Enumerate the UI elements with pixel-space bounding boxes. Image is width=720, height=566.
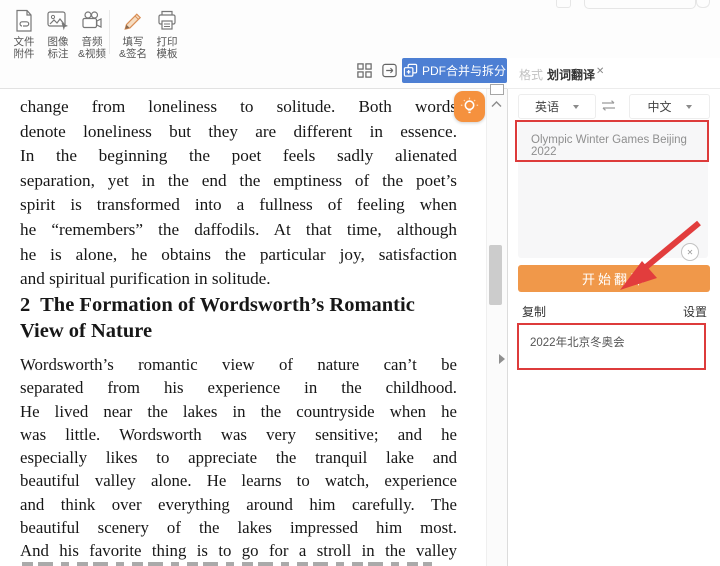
source-text-value: Olympic Winter Games Beijing 2022 [531, 134, 701, 158]
page-swap-icon [381, 62, 398, 84]
target-language-value: 中文 [647, 98, 671, 115]
toolbar-label: &视频 [72, 48, 112, 60]
heading-text-line: View of Nature [20, 318, 457, 344]
document-text-line: Wordsworth’s romantic view of nature can… [20, 353, 457, 376]
document-text-line: beautiful valley alone. He learns to wat… [20, 469, 457, 492]
scroll-up-arrow[interactable] [490, 95, 503, 113]
grid-icon [356, 62, 373, 84]
toolbar-audio-video-button[interactable]: 音频&视频 [72, 8, 112, 60]
target-language-select[interactable]: 中文 [629, 94, 710, 119]
scrollbar-page-indicator [490, 84, 504, 95]
document-paragraph: change from loneliness to solitude. Both… [20, 95, 457, 292]
toolbar-print-template-button[interactable]: 打印模板 [147, 8, 187, 60]
tips-lightbulb-button[interactable] [454, 91, 485, 122]
document-text-line: denote loneliness but they are different… [20, 120, 457, 145]
settings-button[interactable]: 设置 [683, 303, 707, 320]
copy-button[interactable]: 复制 [522, 303, 546, 320]
document-text-line: separation, yet in the end the emptiness… [20, 169, 457, 194]
annotation-arrow [596, 216, 711, 301]
chevron-down-icon [686, 105, 692, 109]
heading-text-line: 2 The Formation of Wordsworth’s Romantic [20, 292, 457, 318]
page-swap-button[interactable] [379, 63, 399, 83]
document-section-heading: 2 The Formation of Wordsworth’s Romantic… [20, 292, 457, 344]
document-text-line: was little. Wordsworth was very sensitiv… [20, 423, 457, 446]
document-text-line: he “remembers” the daffodils. At that ti… [20, 218, 457, 243]
toolbar-label: 打印 [147, 36, 187, 48]
swap-languages-button[interactable] [600, 99, 617, 117]
pdf-merge-split-button[interactable]: PDF合并与拆分 [402, 58, 507, 83]
document-text-line: beautiful scenery of the lakes impressed… [20, 516, 457, 539]
translation-result-value: 2022年北京冬奥会 [530, 334, 625, 350]
chevron-down-icon [573, 105, 579, 109]
titlebar-control[interactable] [556, 0, 571, 8]
tab-format[interactable]: 格式 [519, 66, 543, 83]
document-text-line: And his favorite thing is to go for a st… [20, 539, 457, 562]
document-text-line: spirit is transformed into a fullness of… [20, 193, 457, 218]
toolbar-label: 音频 [72, 36, 112, 48]
document-text-line: separated from his experience in the chi… [20, 376, 457, 399]
clipped-text-line [22, 562, 432, 566]
tab-translate[interactable]: 划词翻译 [547, 66, 595, 83]
document-text-line: change from loneliness to solitude. Both… [20, 95, 457, 120]
lightbulb-icon [459, 96, 480, 117]
source-language-select[interactable]: 英语 [518, 94, 596, 119]
document-text-line: he is alone, he obtains the particular j… [20, 243, 457, 268]
tab-close-icon[interactable]: ✕ [596, 66, 604, 77]
toolbar-label: 模板 [147, 48, 187, 60]
document-text-line: especially likes to appreciate the tranq… [20, 446, 457, 469]
video-camera-icon [72, 8, 112, 34]
grid-view-button[interactable] [354, 63, 374, 83]
merge-split-icon [403, 63, 418, 78]
pdf-merge-split-label: PDF合并与拆分 [422, 62, 506, 79]
document-text-line: In the beginning the poet feels sadly al… [20, 144, 457, 169]
source-language-value: 英语 [535, 98, 559, 115]
document-text-line: He lived near the lakes in the countrysi… [20, 400, 457, 423]
document-paragraph: Wordsworth’s romantic view of nature can… [20, 353, 457, 563]
document-text-line: and spiritual purification in solitude. [20, 267, 457, 292]
titlebar-search-stub[interactable] [584, 0, 696, 9]
printer-icon [147, 8, 187, 34]
pdf-document-page[interactable]: change from loneliness to solitude. Both… [0, 89, 486, 566]
toolbar-divider [109, 10, 110, 54]
scrollbar-thumb[interactable] [489, 245, 502, 305]
document-text-line: and think over everything around him car… [20, 493, 457, 516]
panel-collapse-arrow[interactable] [499, 354, 505, 364]
document-scrollbar[interactable] [486, 89, 508, 566]
titlebar-avatar-stub[interactable] [696, 0, 710, 8]
